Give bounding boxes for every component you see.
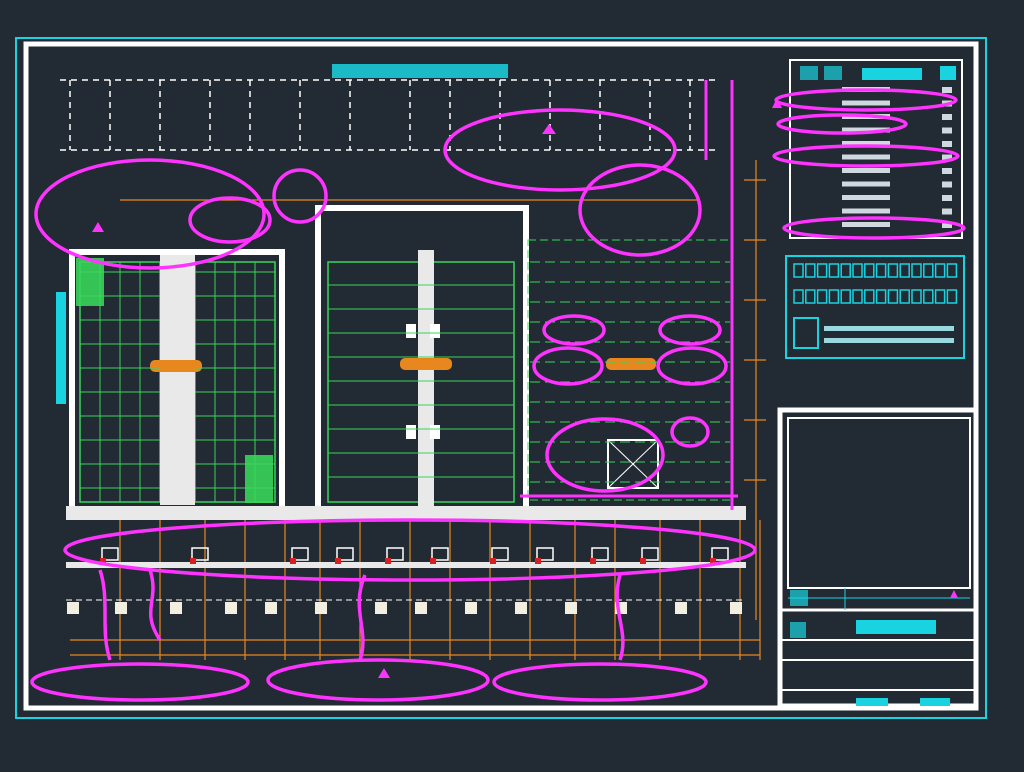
pier [315, 602, 327, 614]
key-cell [852, 263, 863, 278]
legend-row-code [942, 114, 952, 120]
legend-row-text [842, 181, 890, 187]
key-cell [911, 263, 922, 278]
legend-row-text [842, 208, 890, 214]
key-cell [864, 289, 875, 304]
key-cell [793, 263, 804, 278]
red-mark [640, 558, 646, 564]
key-cell [816, 263, 828, 278]
legend-row-code [942, 168, 952, 174]
pier [515, 602, 527, 614]
markup-leader [615, 574, 625, 661]
markup-leader [98, 569, 112, 661]
key-cell [816, 289, 828, 304]
key-cell [875, 289, 887, 304]
key-cell [887, 263, 899, 278]
key-cell [887, 289, 899, 304]
legend-row-code [942, 127, 952, 134]
pier [115, 602, 127, 614]
markup-cloud [658, 314, 722, 346]
pier [465, 602, 477, 614]
markup-cloud [272, 168, 328, 224]
key-cell [793, 289, 804, 304]
markup-leader [148, 569, 162, 641]
key-cell [934, 289, 946, 304]
left-marker-bar [56, 292, 66, 404]
markup-cloud [266, 658, 490, 702]
legend-row-text [842, 154, 890, 160]
key-cell [899, 263, 910, 278]
pier [225, 602, 237, 614]
key-cell [946, 263, 958, 278]
key-cell [840, 263, 851, 278]
key-cell [899, 289, 910, 304]
red-mark [190, 558, 196, 564]
legend-row-code [942, 181, 952, 188]
key-cell [923, 289, 934, 304]
drawing-sheet [15, 37, 987, 719]
legend-row-code [942, 208, 952, 215]
red-mark [385, 558, 391, 564]
markup-cloud [30, 662, 250, 702]
key-cell [923, 263, 934, 278]
legend-row-text [842, 100, 890, 106]
key-cell [840, 289, 851, 304]
key-cell [934, 263, 946, 278]
markup-cloud [542, 314, 606, 346]
markup-cloud [545, 417, 665, 493]
markup-cloud [774, 88, 958, 112]
markup-cloud [492, 662, 708, 702]
title-banner [332, 64, 508, 78]
pier [565, 602, 577, 614]
right-hall-grid [530, 261, 730, 483]
right-hall-block [527, 239, 734, 501]
key-cell [805, 263, 816, 278]
magenta-column-lines [520, 80, 738, 510]
markup-cloud [532, 346, 604, 386]
red-mark [490, 558, 496, 564]
middle-hall-block [315, 205, 529, 513]
key-cell [911, 289, 922, 304]
markup-cloud [656, 346, 728, 386]
legend-row-code [942, 195, 952, 201]
left-hall-block [69, 249, 285, 513]
cad-drawing-viewport[interactable] [0, 0, 1024, 768]
key-cell [864, 263, 875, 278]
red-mark [430, 558, 436, 564]
legend-row-text [842, 195, 890, 200]
key-cell [828, 289, 840, 304]
red-mark [590, 558, 596, 564]
pier [675, 602, 687, 614]
key-cell [852, 289, 863, 304]
legend-row-code [942, 87, 952, 93]
markup-cloud [782, 216, 966, 240]
note-line [824, 326, 954, 331]
markup-cloud [188, 196, 272, 244]
title-block [777, 407, 979, 709]
pier [730, 602, 742, 614]
legend-row-text [842, 168, 890, 173]
pier [415, 602, 427, 614]
red-mark [535, 558, 541, 564]
note-line [824, 338, 954, 343]
key-cell [946, 289, 958, 304]
key-cell [875, 263, 887, 278]
pier [265, 602, 277, 614]
legend-row-text [842, 222, 890, 227]
red-mark [335, 558, 341, 564]
key-cell [805, 289, 816, 304]
pier [67, 602, 79, 614]
pier [170, 602, 182, 614]
pier [375, 602, 387, 614]
legend-row-code [942, 141, 952, 147]
key-cell [828, 263, 840, 278]
red-mark [290, 558, 296, 564]
